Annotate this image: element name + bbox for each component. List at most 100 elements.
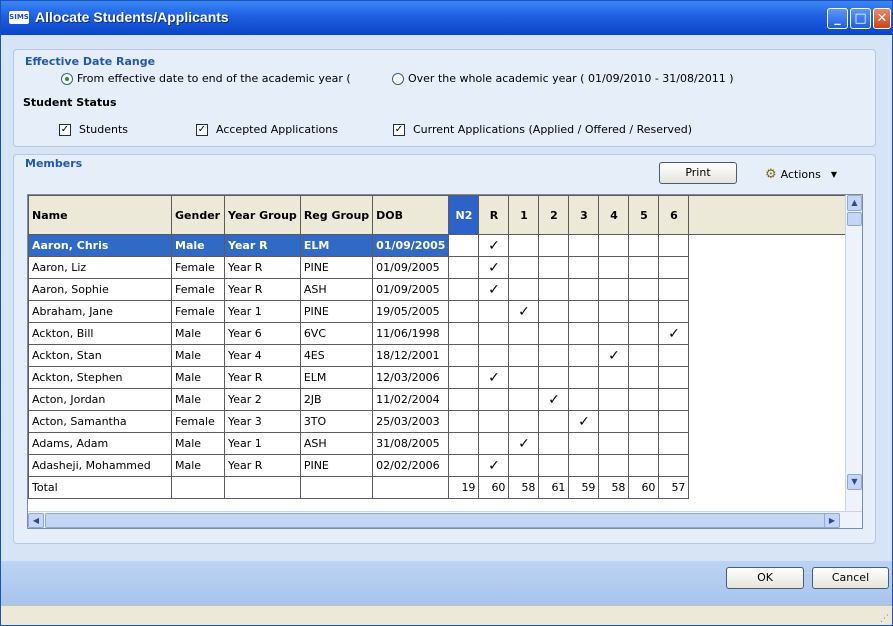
year-allocation-cell[interactable] [538, 300, 570, 323]
resize-grip-icon[interactable]: ⋰ [880, 614, 889, 624]
maximize-button[interactable]: □ [850, 8, 871, 29]
close-button[interactable]: ✕ [873, 8, 891, 29]
checkbox-accepted-applications[interactable]: ✓ Accepted Applications [196, 123, 338, 136]
year-allocation-cell[interactable] [598, 410, 630, 433]
year-allocation-cell[interactable] [508, 234, 540, 257]
column-header-year-5[interactable]: 5 [628, 195, 660, 235]
minimize-button[interactable]: _ [827, 8, 848, 29]
year-allocation-cell[interactable] [598, 366, 630, 389]
radio-whole-academic-year[interactable]: Over the whole academic year ( 01/09/201… [392, 72, 734, 85]
year-allocation-cell[interactable] [568, 432, 600, 455]
members-grid[interactable]: Name Gender Year Group Reg Group DOB N2 … [27, 194, 863, 529]
year-allocation-cell[interactable] [658, 300, 690, 323]
year-allocation-cell[interactable]: ✓ [478, 454, 510, 477]
year-allocation-cell[interactable] [448, 344, 480, 367]
year-allocation-cell[interactable] [628, 322, 660, 345]
year-allocation-cell[interactable] [598, 432, 630, 455]
column-header-year-r[interactable]: R [478, 195, 510, 235]
year-allocation-cell[interactable] [658, 256, 690, 279]
column-header-year-1[interactable]: 1 [508, 195, 540, 235]
year-allocation-cell[interactable] [628, 388, 660, 411]
year-allocation-cell[interactable] [658, 366, 690, 389]
year-allocation-cell[interactable] [658, 344, 690, 367]
year-allocation-cell[interactable] [448, 322, 480, 345]
year-allocation-cell[interactable] [568, 322, 600, 345]
cancel-button[interactable]: Cancel [812, 567, 889, 589]
scroll-right-icon[interactable]: ▶ [824, 513, 840, 528]
year-allocation-cell[interactable] [538, 234, 570, 257]
year-allocation-cell[interactable] [478, 300, 510, 323]
year-allocation-cell[interactable] [568, 256, 600, 279]
year-allocation-cell[interactable] [628, 344, 660, 367]
year-allocation-cell[interactable] [598, 256, 630, 279]
year-allocation-cell[interactable]: ✓ [598, 344, 630, 367]
table-row[interactable]: Adams, Adam Male Year 1 ASH 31/08/2005 ✓ [28, 432, 851, 455]
year-allocation-cell[interactable] [598, 300, 630, 323]
year-allocation-cell[interactable]: ✓ [568, 410, 600, 433]
year-allocation-cell[interactable] [538, 410, 570, 433]
year-allocation-cell[interactable] [568, 278, 600, 301]
year-allocation-cell[interactable] [568, 234, 600, 257]
scroll-left-icon[interactable]: ◀ [28, 513, 44, 528]
checkbox-checked-icon[interactable]: ✓ [393, 123, 405, 136]
table-row[interactable]: Ackton, Bill Male Year 6 6VC 11/06/1998 ✓ [28, 322, 851, 345]
ok-button[interactable]: OK [726, 567, 804, 589]
column-header-year-n2[interactable]: N2 [448, 195, 480, 235]
year-allocation-cell[interactable] [628, 278, 660, 301]
column-header-year-group[interactable]: Year Group [224, 195, 301, 235]
year-allocation-cell[interactable] [538, 278, 570, 301]
year-allocation-cell[interactable] [658, 410, 690, 433]
checkbox-checked-icon[interactable]: ✓ [196, 123, 208, 136]
year-allocation-cell[interactable] [568, 388, 600, 411]
column-header-dob[interactable]: DOB [372, 195, 450, 235]
table-row[interactable]: Adasheji, Mohammed Male Year R PINE 02/02/20… [28, 454, 851, 477]
column-header-year-2[interactable]: 2 [538, 195, 570, 235]
year-allocation-cell[interactable] [508, 344, 540, 367]
year-allocation-cell[interactable] [538, 432, 570, 455]
year-allocation-cell[interactable] [448, 300, 480, 323]
checkbox-students[interactable]: ✓ Students [59, 123, 128, 136]
year-allocation-cell[interactable] [538, 322, 570, 345]
year-allocation-cell[interactable] [478, 388, 510, 411]
scroll-down-icon[interactable]: ▼ [847, 474, 862, 490]
year-allocation-cell[interactable]: ✓ [538, 388, 570, 411]
year-allocation-cell[interactable] [478, 410, 510, 433]
table-row[interactable]: Acton, Samantha Female Year 3 3TO 25/03/2003… [28, 410, 851, 433]
year-allocation-cell[interactable] [448, 278, 480, 301]
table-row[interactable]: Acton, Jordan Male Year 2 2JB 11/02/2004 ✓ [28, 388, 851, 411]
vertical-scrollbar[interactable]: ▲ ▼ [845, 195, 862, 512]
radio-from-effective-date[interactable]: From effective date to end of the academ… [61, 72, 351, 85]
year-allocation-cell[interactable] [628, 410, 660, 433]
year-allocation-cell[interactable] [568, 344, 600, 367]
year-allocation-cell[interactable] [508, 410, 540, 433]
year-allocation-cell[interactable] [628, 256, 660, 279]
year-allocation-cell[interactable] [508, 278, 540, 301]
table-row[interactable]: Aaron, Liz Female Year R PINE 01/09/2005 ✓ [28, 256, 851, 279]
year-allocation-cell[interactable] [598, 278, 630, 301]
year-allocation-cell[interactable]: ✓ [658, 322, 690, 345]
year-allocation-cell[interactable] [598, 234, 630, 257]
column-header-name[interactable]: Name [28, 195, 172, 235]
year-allocation-cell[interactable] [658, 278, 690, 301]
year-allocation-cell[interactable] [658, 388, 690, 411]
year-allocation-cell[interactable] [568, 366, 600, 389]
year-allocation-cell[interactable]: ✓ [478, 256, 510, 279]
year-allocation-cell[interactable]: ✓ [478, 234, 510, 257]
year-allocation-cell[interactable] [598, 388, 630, 411]
year-allocation-cell[interactable] [598, 322, 630, 345]
scroll-up-icon[interactable]: ▲ [847, 195, 862, 211]
year-allocation-cell[interactable] [508, 366, 540, 389]
year-allocation-cell[interactable] [538, 366, 570, 389]
year-allocation-cell[interactable] [508, 454, 540, 477]
year-allocation-cell[interactable] [658, 454, 690, 477]
year-allocation-cell[interactable] [478, 322, 510, 345]
year-allocation-cell[interactable] [628, 300, 660, 323]
year-allocation-cell[interactable] [658, 432, 690, 455]
actions-menu[interactable]: ⚙ Actions ▼ [765, 167, 837, 182]
radio-unselected-icon[interactable] [392, 72, 404, 85]
checkbox-checked-icon[interactable]: ✓ [59, 123, 71, 136]
year-allocation-cell[interactable]: ✓ [508, 300, 540, 323]
vertical-scroll-thumb[interactable] [847, 212, 862, 226]
column-header-reg-group[interactable]: Reg Group [299, 195, 374, 235]
year-allocation-cell[interactable] [448, 366, 480, 389]
